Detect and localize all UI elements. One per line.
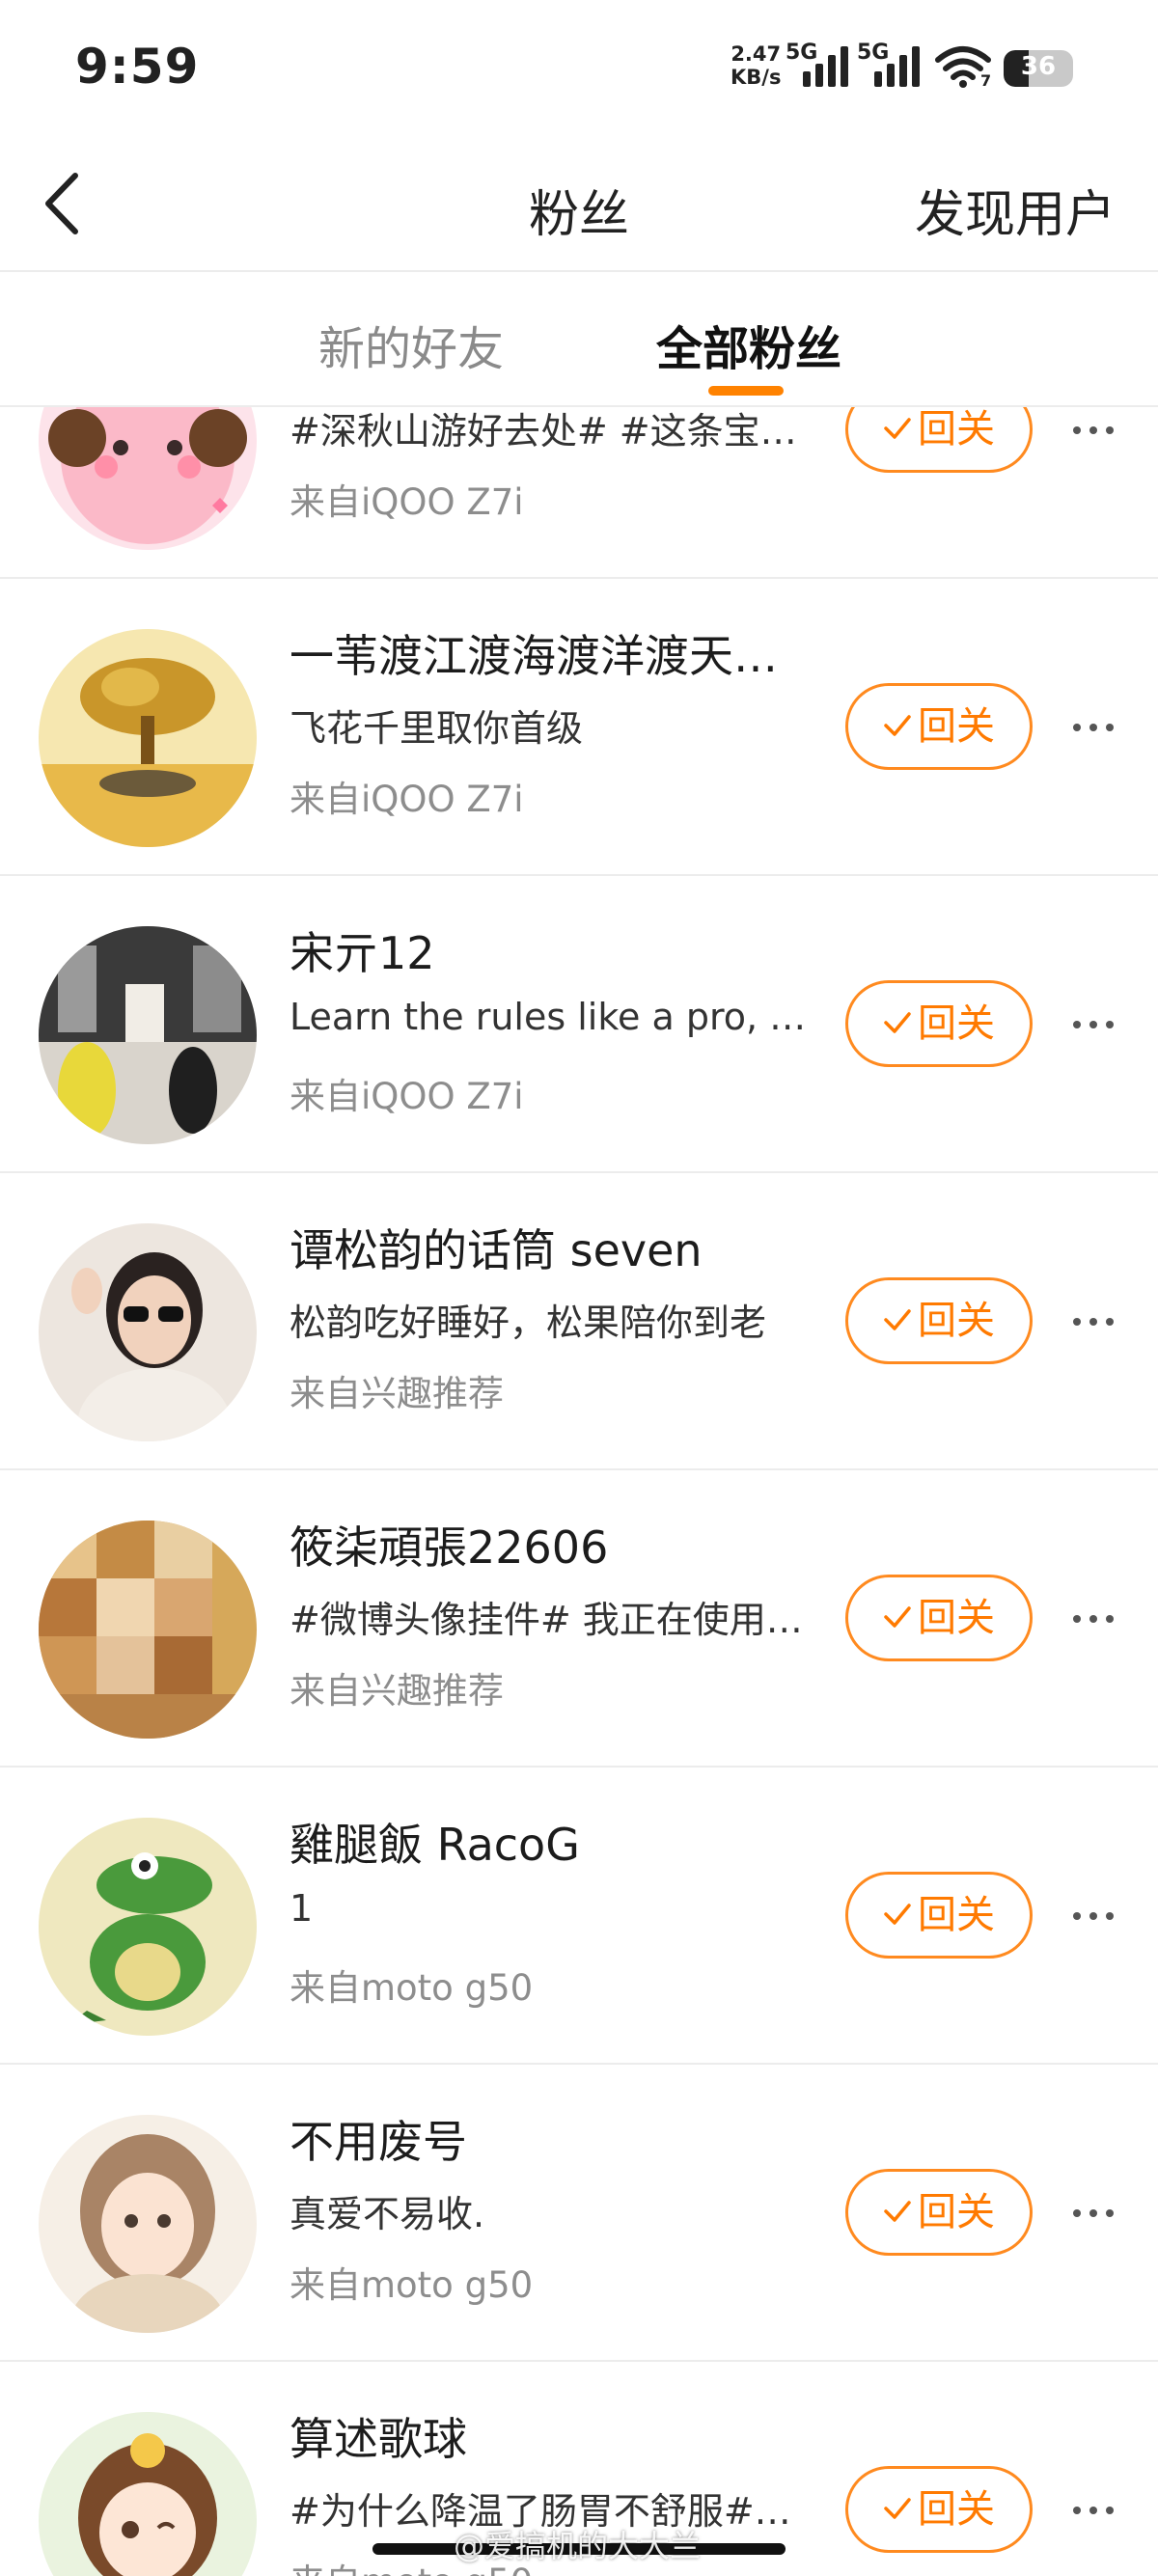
follow-back-label: 回关 <box>918 2190 995 2234</box>
list-item[interactable]: 宋亓12 Learn the rules like a pro, so… 来自i… <box>0 876 1158 1173</box>
check-icon <box>884 2201 911 2222</box>
more-options-button[interactable] <box>1071 411 1116 450</box>
fan-name[interactable]: 算述歌球 <box>290 2404 811 2468</box>
more-options-button[interactable] <box>1071 2491 1116 2530</box>
follow-back-button[interactable]: 回关 <box>845 2466 1033 2553</box>
fan-source: 来自iQOO Z7i <box>290 481 524 523</box>
follow-back-label: 回关 <box>918 2487 995 2532</box>
fan-bio: #微博头像挂件# 我正在使用… <box>290 1599 803 1641</box>
follow-back-label: 回关 <box>918 1001 995 1046</box>
fan-source: 来自iQOO Z7i <box>290 779 524 820</box>
fan-source: 来自iQOO Z7i <box>290 1076 524 1117</box>
more-options-button[interactable] <box>1071 708 1116 747</box>
check-icon <box>884 1904 911 1925</box>
follow-back-label: 回关 <box>918 1299 995 1343</box>
battery-level: 36 <box>1020 52 1057 81</box>
network-speed-value: 2.47 <box>731 42 782 66</box>
fan-bio: 1 <box>290 1887 314 1930</box>
fans-list[interactable]: #深秋山游好去处# #这条宝… 来自iQOO Z7i 回关 一苇渡江渡海渡洋渡天… <box>0 405 1158 2576</box>
check-icon <box>884 1309 911 1330</box>
fan-bio: #深秋山游好去处# #这条宝… <box>290 410 797 452</box>
list-item[interactable]: 雞腿飯 RacoG 1 来自moto g50 回关 <box>0 1768 1158 2065</box>
follow-back-button[interactable]: 回关 <box>845 1575 1033 1661</box>
sim2-signal-icon <box>874 44 923 87</box>
fan-source: 来自兴趣推荐 <box>290 1670 504 1712</box>
fan-name[interactable]: 筱柒頑張22606 <box>290 1513 811 1576</box>
girl-sunglasses-avatar[interactable] <box>39 1223 257 1441</box>
check-icon <box>884 1606 911 1628</box>
fan-source: 来自moto g50 <box>290 1967 534 2009</box>
pink-bear-avatar[interactable] <box>39 405 257 550</box>
follow-back-label: 回关 <box>918 407 995 452</box>
network-speed-unit: KB/s <box>731 66 782 89</box>
fan-name[interactable]: 宋亓12 <box>290 918 811 982</box>
chibi-girl-avatar[interactable] <box>39 2412 257 2576</box>
tab-all-fans[interactable]: 全部粉丝 <box>656 311 841 378</box>
status-bar: 9:59 2.47 KB/s 5G 5G 7 36 <box>0 0 1158 135</box>
more-options-button[interactable] <box>1071 1600 1116 1638</box>
list-item[interactable]: #深秋山游好去处# #这条宝… 来自iQOO Z7i 回关 <box>0 405 1158 579</box>
fan-bio: 松韵吃好睡好，松果陪你到老 <box>290 1302 767 1344</box>
fan-name[interactable]: 不用废号 <box>290 2107 811 2171</box>
tab-bar: 新的好友 全部粉丝 <box>0 272 1158 407</box>
nav-bar: 粉丝 发现用户 <box>0 135 1158 272</box>
pixelated-avatar[interactable] <box>39 1521 257 1739</box>
follow-back-button[interactable]: 回关 <box>845 1872 1033 1959</box>
fan-name[interactable]: 雞腿飯 RacoG <box>290 1810 811 1874</box>
golden-tree-avatar[interactable] <box>39 629 257 847</box>
follow-back-label: 回关 <box>918 704 995 749</box>
crocodile-avatar[interactable] <box>39 1818 257 2036</box>
list-item[interactable]: 筱柒頑張22606 #微博头像挂件# 我正在使用… 来自兴趣推荐 回关 <box>0 1470 1158 1768</box>
list-item[interactable]: 不用废号 真爱不易收. 来自moto g50 回关 <box>0 2065 1158 2362</box>
check-icon <box>884 715 911 736</box>
follow-back-button[interactable]: 回关 <box>845 405 1033 473</box>
fan-source: 来自兴趣推荐 <box>290 1373 504 1414</box>
battery-icon: 36 <box>1004 50 1073 87</box>
status-time: 9:59 <box>75 39 200 95</box>
check-icon <box>884 2498 911 2519</box>
follow-back-label: 回关 <box>918 1893 995 1937</box>
fan-name[interactable]: 谭松韵的话筒 seven <box>290 1216 811 1279</box>
follow-back-button[interactable]: 回关 <box>845 683 1033 770</box>
more-options-button[interactable] <box>1071 1302 1116 1341</box>
network-speed: 2.47 KB/s <box>731 42 781 89</box>
wifi-label: 7 <box>980 71 992 90</box>
follow-back-button[interactable]: 回关 <box>845 2169 1033 2256</box>
active-tab-indicator <box>708 386 784 396</box>
room-photo-avatar[interactable] <box>39 926 257 1144</box>
check-icon <box>884 418 911 439</box>
fan-source: 来自moto g50 <box>290 2264 534 2306</box>
fan-bio: 飞花千里取你首级 <box>290 707 584 750</box>
tab-new-friends[interactable]: 新的好友 <box>318 311 504 378</box>
list-item[interactable]: 谭松韵的话筒 seven 松韵吃好睡好，松果陪你到老 来自兴趣推荐 回关 <box>0 1173 1158 1470</box>
sim1-signal-icon <box>803 44 851 87</box>
fan-bio: Learn the rules like a pro, so… <box>290 996 815 1038</box>
more-options-button[interactable] <box>1071 1897 1116 1935</box>
follow-back-button[interactable]: 回关 <box>845 980 1033 1067</box>
check-icon <box>884 1012 911 1033</box>
list-item[interactable]: 一苇渡江渡海渡洋渡天… 飞花千里取你首级 来自iQOO Z7i 回关 <box>0 579 1158 876</box>
more-options-button[interactable] <box>1071 2194 1116 2233</box>
wifi-icon: 7 <box>934 44 992 90</box>
follow-back-button[interactable]: 回关 <box>845 1277 1033 1364</box>
anime-girl-avatar[interactable] <box>39 2115 257 2333</box>
discover-users-button[interactable]: 发现用户 <box>915 174 1116 246</box>
fan-bio: 真爱不易收. <box>290 2193 485 2235</box>
watermark: @爱搞机的大大兰 <box>454 2528 702 2564</box>
fan-name[interactable]: 一苇渡江渡海渡洋渡天… <box>290 621 811 685</box>
more-options-button[interactable] <box>1071 1005 1116 1044</box>
follow-back-label: 回关 <box>918 1596 995 1640</box>
